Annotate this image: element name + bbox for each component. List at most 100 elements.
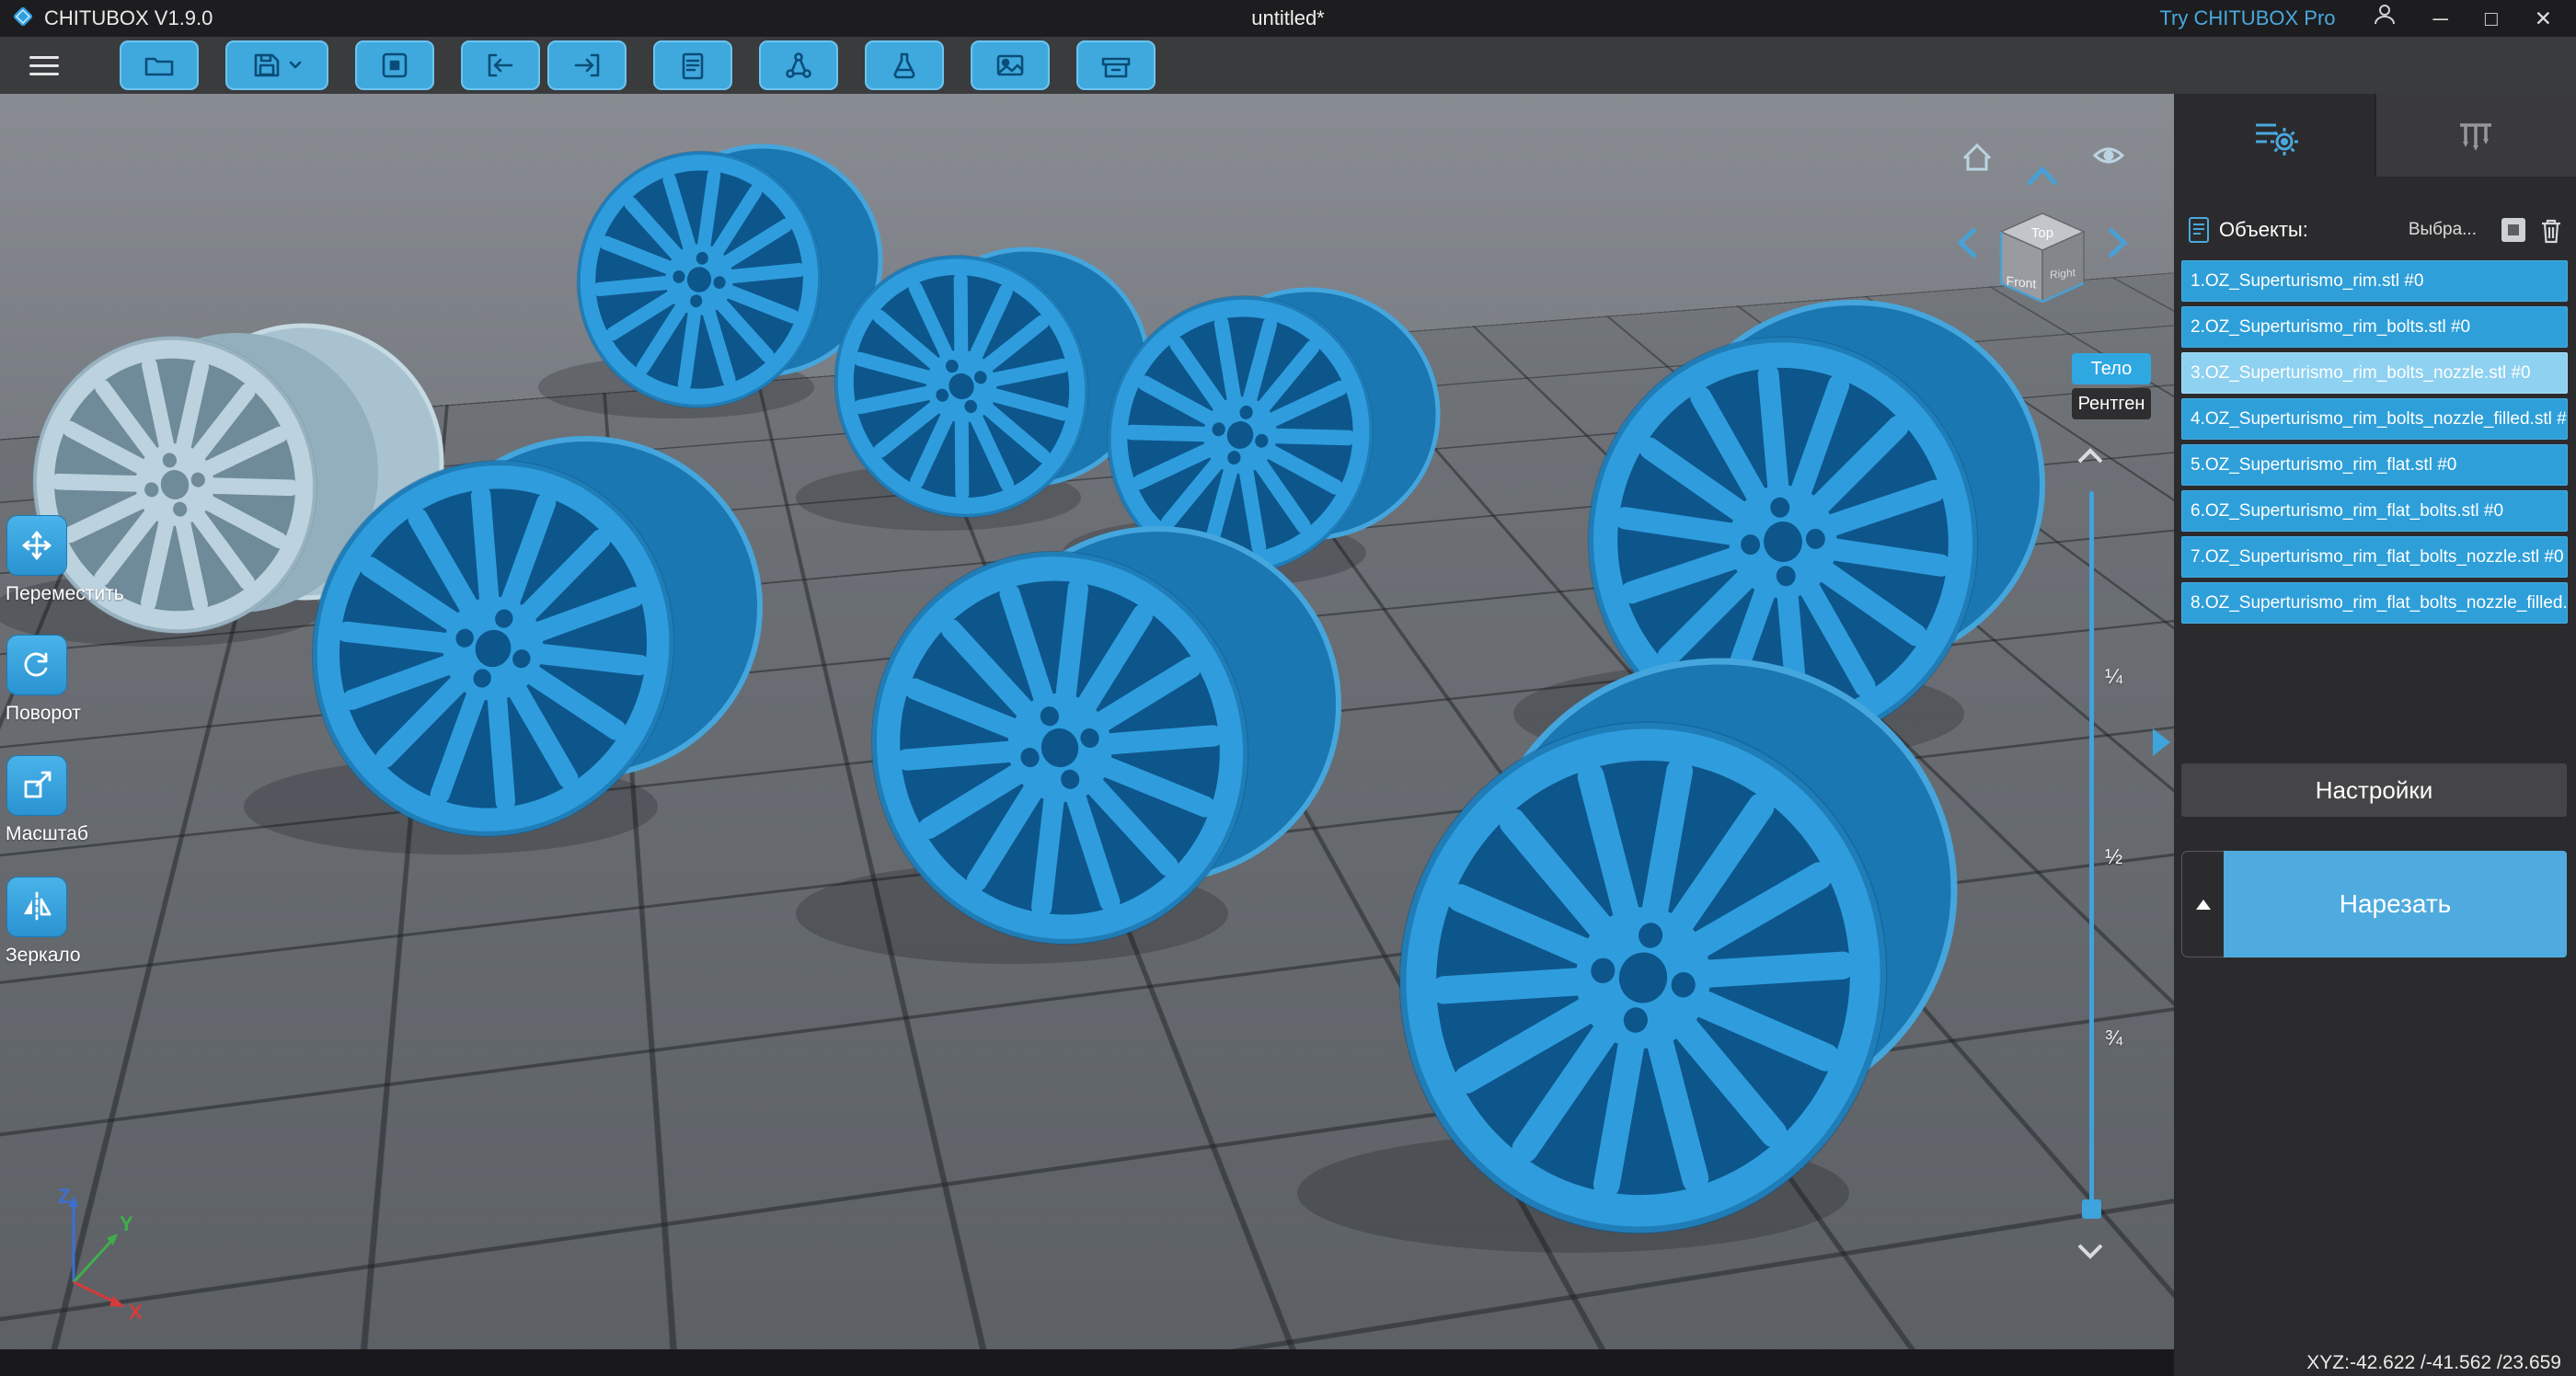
list-item[interactable]: 4.OZ_Superturismo_rim_bolts_nozzle_fille…: [2181, 398, 2568, 440]
3d-scene[interactable]: [0, 94, 2174, 1349]
view-mode-xray-button[interactable]: Рентген: [2072, 388, 2151, 419]
delete-button[interactable]: [2537, 215, 2565, 245]
objects-header: Объекты: Выбра...: [2187, 212, 2565, 248]
list-item[interactable]: 7.OZ_Superturismo_rim_flat_bolts_nozzle.…: [2181, 536, 2568, 578]
slider-down-button[interactable]: [2072, 1240, 2109, 1262]
account-icon[interactable]: [2373, 0, 2397, 37]
slice-expander-button[interactable]: [2181, 851, 2224, 957]
build-plate-button[interactable]: [355, 40, 434, 90]
scale-button[interactable]: [7, 756, 66, 815]
select-all-button[interactable]: [2499, 215, 2528, 245]
layer-slider-track[interactable]: [2089, 491, 2094, 1214]
scale-icon: [24, 771, 52, 798]
objects-list: 1.OZ_Superturismo_rim.stl #0 2.OZ_Supert…: [2181, 260, 2568, 628]
export-button[interactable]: [547, 40, 627, 90]
right-panel: Объекты: Выбра... 1.OZ_Superturismo_rim.…: [2174, 94, 2576, 1349]
screenshot-button[interactable]: [971, 40, 1050, 90]
move-button[interactable]: [7, 516, 66, 575]
orbit-right-icon[interactable]: [2108, 227, 2128, 258]
view-cube[interactable]: Top Front Right: [1999, 212, 2086, 304]
settings-list-gear-icon: [2255, 123, 2298, 155]
plate-icon: [382, 52, 408, 78]
slider-label-half: ½: [2105, 844, 2123, 868]
app-title: CHITUBOX V1.9.0: [44, 6, 213, 29]
chitubox-logo-icon: [11, 5, 35, 33]
axis-x-label: X: [129, 1301, 143, 1324]
list-item[interactable]: 1.OZ_Superturismo_rim.stl #0: [2181, 260, 2568, 302]
layer-slider-thumb[interactable]: [2082, 1199, 2101, 1219]
settings-button[interactable]: Настройки: [2181, 763, 2567, 817]
supports-icon: [2460, 123, 2492, 151]
document-title: untitled*: [1251, 6, 1325, 29]
list-item[interactable]: 5.OZ_Superturismo_rim_flat.stl #0: [2181, 444, 2568, 486]
network-icon: [786, 52, 811, 78]
slice-row: Нарезать: [2181, 851, 2567, 957]
objects-label: Объекты:: [2219, 218, 2308, 241]
xyz-coordinates: XYZ:-42.622 /-41.562 /23.659: [2306, 1351, 2561, 1373]
box-icon: [1101, 57, 1131, 78]
move-label: Переместить: [6, 583, 124, 604]
mirror-icon: [24, 891, 52, 923]
document-icon: [2189, 217, 2209, 243]
chevron-down-icon: [289, 61, 302, 69]
panel-tabs: [2174, 94, 2576, 177]
axis-y-label: Y: [120, 1212, 133, 1235]
triangle-up-icon: [2195, 899, 2211, 910]
hollow-button[interactable]: [865, 40, 944, 90]
arrow-out-icon: [574, 53, 600, 77]
status-bar: XYZ:-42.622 /-41.562 /23.659: [0, 1349, 2576, 1376]
panel-collapse-arrow[interactable]: [2153, 728, 2170, 756]
slider-label-quarter: ¼: [2105, 664, 2123, 688]
folder-open-icon: [144, 57, 174, 76]
axis-gizmo: Z Y X: [58, 1185, 143, 1324]
view-cube-cluster: Top Front Right: [1918, 121, 2167, 338]
menu-button[interactable]: [29, 51, 61, 81]
tab-slice-settings[interactable]: [2174, 94, 2375, 177]
list-item[interactable]: 6.OZ_Superturismo_rim_flat_bolts.stl #0: [2181, 490, 2568, 532]
move-icon: [22, 531, 52, 560]
tab-supports[interactable]: [2374, 94, 2576, 177]
try-pro-link[interactable]: Try CHITUBOX Pro: [2159, 6, 2335, 30]
open-file-button[interactable]: [120, 40, 199, 90]
tool-rotate: Поворот: [6, 636, 201, 725]
main-toolbar: [0, 37, 2576, 94]
network-print-button[interactable]: [759, 40, 838, 90]
rotate-icon: [24, 652, 48, 677]
mirror-button[interactable]: [7, 877, 66, 936]
viewport-3d[interactable]: Переместить Поворот Масштаб Зеркало Top …: [0, 94, 2174, 1349]
perspective-eye-icon[interactable]: [2092, 147, 2125, 164]
scale-label: Масштаб: [6, 823, 88, 844]
arrow-in-icon: [488, 53, 513, 77]
orbit-left-icon[interactable]: [1957, 227, 1977, 258]
selected-count-label: Выбра...: [2408, 220, 2477, 239]
import-button[interactable]: [461, 40, 540, 90]
list-item-selected[interactable]: 3.OZ_Superturismo_rim_bolts_nozzle.stl #…: [2181, 352, 2568, 394]
select-all-icon: [2501, 218, 2525, 242]
picture-icon: [996, 54, 1024, 76]
chitubox-window: CHITUBOX V1.9.0 untitled* Try CHITUBOX P…: [0, 0, 2576, 1376]
mirror-label: Зеркало: [6, 945, 81, 966]
home-view-icon[interactable]: [1962, 143, 1992, 171]
orbit-up-icon[interactable]: [2027, 166, 2058, 186]
toolbox-button[interactable]: [1076, 40, 1156, 90]
list-item[interactable]: 8.OZ_Superturismo_rim_flat_bolts_nozzle_…: [2181, 582, 2568, 624]
cube-face-top[interactable]: Top: [2031, 225, 2053, 241]
rotate-button[interactable]: [7, 636, 66, 694]
slider-up-button[interactable]: [2072, 445, 2109, 467]
title-bar: CHITUBOX V1.9.0 untitled* Try CHITUBOX P…: [0, 0, 2576, 37]
axis-z-label: Z: [58, 1185, 70, 1208]
view-mode-body-button[interactable]: Тело: [2072, 353, 2151, 384]
save-icon: [254, 53, 280, 77]
slice-button[interactable]: Нарезать: [2224, 851, 2567, 957]
minimize-button[interactable]: ─: [2433, 0, 2448, 37]
tool-mirror: Зеркало: [6, 877, 201, 967]
close-button[interactable]: ✕: [2535, 0, 2552, 37]
notes-icon: [682, 52, 704, 80]
flask-icon: [893, 52, 915, 79]
save-button[interactable]: [225, 40, 328, 90]
list-item[interactable]: 2.OZ_Superturismo_rim_bolts.stl #0: [2181, 306, 2568, 348]
slider-label-threequarter: ¾: [2105, 1026, 2123, 1049]
trash-icon: [2542, 219, 2560, 244]
slice-info-button[interactable]: [653, 40, 732, 90]
maximize-button[interactable]: □: [2485, 0, 2498, 37]
